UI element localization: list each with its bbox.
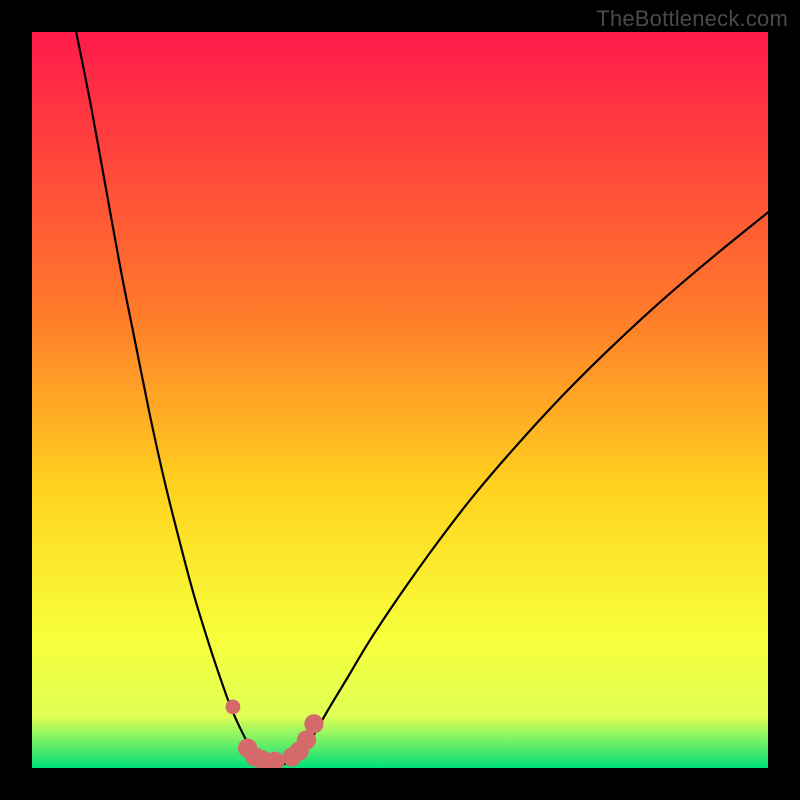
gradient-background xyxy=(32,32,768,768)
chart-frame: TheBottleneck.com xyxy=(0,0,800,800)
chart-svg xyxy=(32,32,768,768)
plot-area xyxy=(32,32,768,768)
valley-marker xyxy=(304,714,323,733)
watermark-text: TheBottleneck.com xyxy=(596,6,788,32)
valley-marker xyxy=(226,700,241,715)
